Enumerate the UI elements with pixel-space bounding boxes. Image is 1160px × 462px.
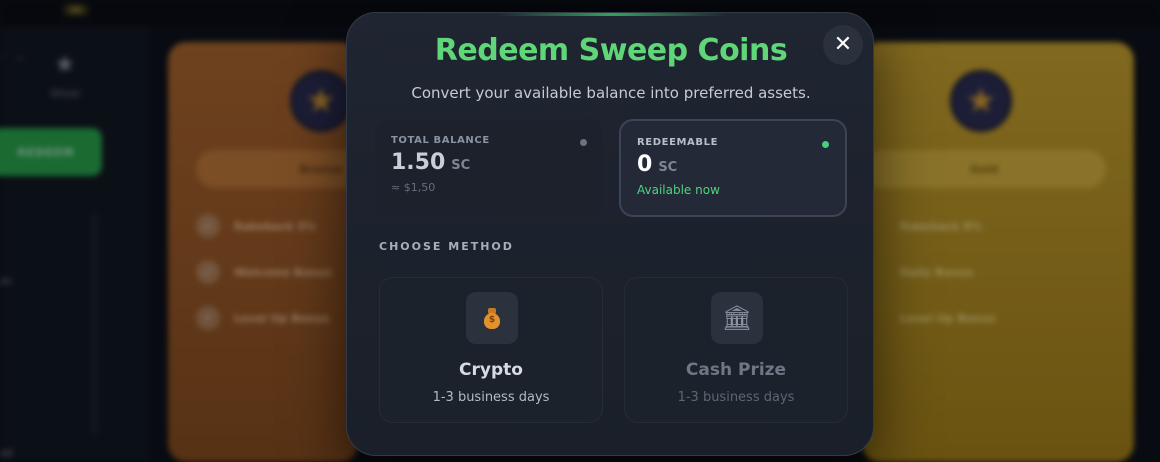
redeemable-value-row: 0 SC — [637, 152, 829, 177]
modal-title: Redeem Sweep Coins — [434, 33, 788, 68]
page: $$ · – ★ Silver REDEEM es ad ★ Bronze ✓ R… — [0, 0, 1160, 462]
crypto-method-option[interactable]: $ Crypto 1-3 business days — [379, 277, 603, 423]
status-dot-icon — [822, 141, 829, 148]
bank-icon: 🏛 — [711, 292, 763, 344]
redeemable-status: Available now — [637, 183, 720, 197]
total-balance-approx: ≈ $1,50 — [391, 181, 436, 194]
total-balance-value: 1.50 — [391, 150, 446, 175]
method-time: 1-3 business days — [677, 390, 795, 405]
method-name: Crypto — [459, 360, 523, 380]
total-balance-label: TOTAL BALANCE — [391, 135, 490, 146]
method-time: 1-3 business days — [432, 390, 550, 405]
money-bag-icon: $ — [466, 292, 518, 344]
cash-prize-method-option[interactable]: 🏛 Cash Prize 1-3 business days — [624, 277, 848, 423]
redeemable-card: REDEEMABLE 0 SC Available now — [619, 119, 847, 217]
redeemable-unit: SC — [658, 160, 678, 175]
status-dot-icon — [580, 139, 587, 146]
redeemable-value: 0 — [637, 152, 653, 177]
total-balance-value-row: 1.50 SC — [391, 150, 587, 175]
total-balance-card: TOTAL BALANCE 1.50 SC ≈ $1,50 — [375, 119, 603, 217]
redeem-modal: ✕ Redeem Sweep Coins Convert your availa… — [346, 12, 874, 456]
modal-subtitle: Convert your available balance into pref… — [411, 84, 811, 102]
method-name: Cash Prize — [685, 360, 787, 380]
choose-method-label: CHOOSE METHOD — [379, 240, 514, 253]
total-balance-unit: SC — [451, 158, 471, 173]
modal-top-glow — [497, 13, 727, 16]
redeemable-label: REDEEMABLE — [637, 137, 719, 148]
